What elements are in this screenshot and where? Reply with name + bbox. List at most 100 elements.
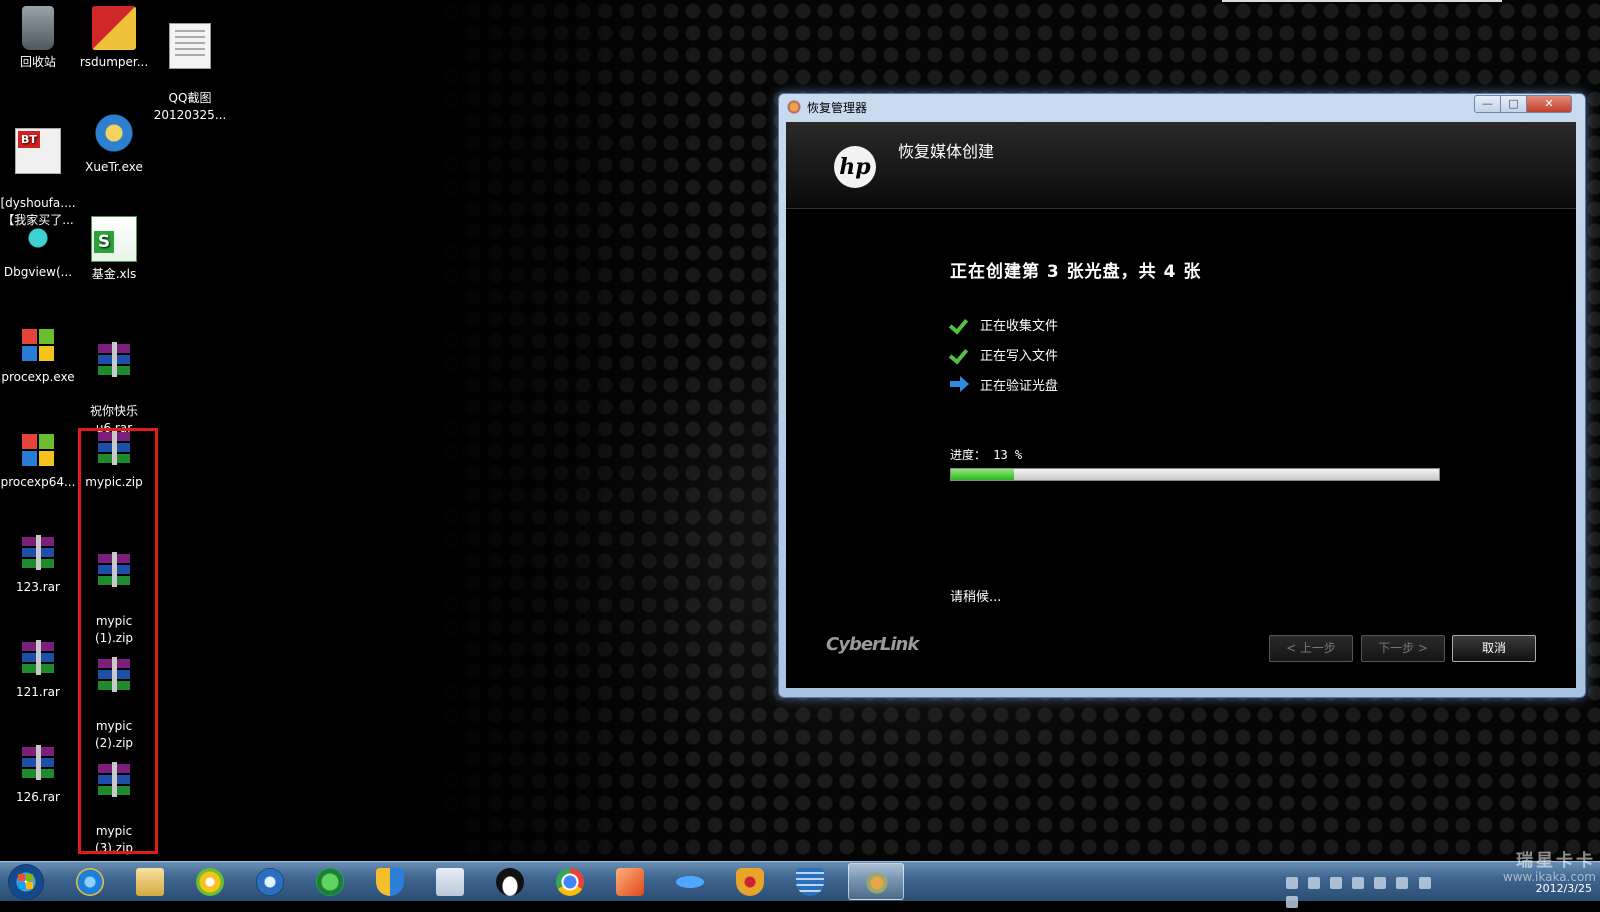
keyboard-icon[interactable]	[1286, 877, 1298, 889]
desktop-icon-rsdumper[interactable]: rsdumper...	[76, 6, 152, 71]
progress-bar-fill	[951, 469, 1015, 480]
media-player-icon	[196, 868, 224, 896]
taskbar-app-shield-gold[interactable]	[722, 863, 778, 900]
taskbar: 2012/3/25	[0, 861, 1600, 908]
desktop-icon-label: 回收站	[19, 55, 56, 69]
desktop-icon-xuetr[interactable]: XueTr.exe	[76, 111, 152, 176]
desktop-icon-qq-screenshot[interactable]: QQ截图 20120325...	[152, 6, 228, 141]
taskbar-security-shield[interactable]	[362, 863, 418, 900]
taskbar-media-center[interactable]	[242, 863, 298, 900]
taskbar-qq[interactable]	[482, 863, 538, 900]
header-title: 恢复媒体创建	[898, 142, 995, 161]
chrome-icon	[556, 868, 584, 896]
top-window-edge	[1222, 0, 1502, 2]
qq-tray-icon[interactable]	[1396, 877, 1409, 889]
rar-archive-icon	[16, 741, 60, 785]
taskbar-chrome[interactable]	[542, 863, 598, 900]
taskbar-internet-explorer[interactable]	[62, 863, 118, 900]
procexp-icon	[16, 426, 60, 470]
cyberlink-logo: CyberLink	[826, 634, 919, 655]
maximize-button[interactable]: □	[1500, 95, 1527, 113]
desktop-icon-121-rar[interactable]: 121.rar	[0, 636, 76, 701]
progress-label: 进度： 13 %	[950, 448, 1023, 462]
monitor-icon[interactable]	[1352, 877, 1365, 889]
window-titlebar[interactable]: 恢复管理器 — □ ✕	[779, 94, 1585, 120]
qq-tray-icon-2[interactable]	[1418, 877, 1431, 889]
desktop-icon-fund-xls[interactable]: 基金.xls	[76, 216, 152, 283]
taskbar-app-globe-blue[interactable]	[782, 863, 838, 900]
dialog-content: hp 恢复媒体创建 正在创建第 3 张光盘，共 4 张 正在收集文件 正在写入文…	[786, 122, 1576, 688]
spreadsheet-icon	[91, 216, 137, 262]
taskbar-app-bird[interactable]	[662, 863, 718, 900]
next-button[interactable]: 下一步 >	[1361, 635, 1445, 662]
gold-shield-icon	[736, 868, 764, 896]
folder-icon	[136, 868, 164, 896]
recovery-manager-window: 恢复管理器 — □ ✕ hp 恢复媒体创建 正在创建第 3 张光盘，共 4 张 …	[778, 93, 1586, 698]
orange-app-icon	[616, 868, 644, 896]
blue-shield-icon	[796, 868, 824, 896]
recovery-manager-icon	[863, 869, 891, 897]
desktop-icon-label: procexp.exe	[1, 370, 75, 384]
security-shield-icon	[376, 868, 404, 896]
recycle-bin-icon	[22, 6, 54, 50]
desktop-icon-dbgview[interactable]: Dbgview(...	[0, 216, 76, 281]
step-label: 正在写入文件	[980, 349, 1059, 364]
desktop-icon-label: rsdumper...	[79, 55, 149, 69]
desktop-icon-label: Dbgview(...	[3, 265, 73, 279]
start-button-icon[interactable]	[8, 864, 44, 900]
system-tray	[1286, 874, 1456, 908]
dbgview-icon	[16, 216, 60, 260]
desktop-icon-label: procexp64...	[0, 475, 76, 489]
watermark: 瑞星卡卡 www.ikaka.com	[1466, 852, 1596, 884]
screenshot-file-icon	[169, 23, 211, 69]
cancel-button[interactable]: 取消	[1452, 635, 1536, 662]
qq-penguin-icon	[496, 868, 524, 896]
dialog-header: hp 恢复媒体创建	[786, 122, 1576, 209]
desktop-icon-procexp[interactable]: procexp.exe	[0, 321, 76, 386]
desktop-icon-126-rar[interactable]: 126.rar	[0, 741, 76, 806]
shield-tray-icon[interactable]	[1374, 877, 1387, 889]
step-label: 正在验证光盘	[980, 379, 1059, 394]
desktop-icon-label: XueTr.exe	[85, 160, 143, 174]
back-button[interactable]: < 上一步	[1269, 635, 1353, 662]
desktop-icon-label: 126.rar	[16, 790, 60, 804]
taskbar-app-orange[interactable]	[602, 863, 658, 900]
desktop-icon-label: 123.rar	[16, 580, 60, 594]
taskbar-file-explorer[interactable]	[122, 863, 178, 900]
arrow-right-icon	[950, 376, 970, 392]
rar-archive-icon	[16, 531, 60, 575]
taskbar-media-player[interactable]	[182, 863, 238, 900]
taskbar-browser-globe[interactable]	[302, 863, 358, 900]
watermark-url: www.ikaka.com	[1502, 870, 1596, 884]
network-icon[interactable]	[1308, 877, 1321, 889]
rar-archive-icon	[92, 338, 136, 382]
desktop-icon-label: 基金.xls	[91, 267, 137, 281]
rar-archive-icon	[16, 636, 60, 680]
calculator-icon	[436, 868, 464, 896]
progress-bar	[950, 468, 1440, 481]
desktop-icon-label: QQ截图 20120325...	[153, 91, 227, 122]
desktop-icon-123-rar[interactable]: 123.rar	[0, 531, 76, 596]
minimize-button[interactable]: —	[1474, 95, 1501, 113]
recovery-manager-icon	[787, 100, 801, 114]
desktop-icon-label: 121.rar	[16, 685, 60, 699]
desktop-icon-recycle-bin[interactable]: 回收站	[0, 6, 76, 71]
wait-message: 请稍候...	[950, 590, 1002, 605]
procexp-icon	[16, 321, 60, 365]
checkmark-icon	[950, 316, 970, 332]
rsdumper-icon	[92, 6, 136, 50]
umbrella-icon[interactable]	[1330, 877, 1343, 889]
window-title: 恢复管理器	[807, 101, 868, 115]
taskbar-calculator[interactable]	[422, 863, 478, 900]
volume-icon[interactable]	[1286, 896, 1298, 908]
desktop-icon-procexp64[interactable]: procexp64...	[0, 426, 76, 491]
close-button[interactable]: ✕	[1526, 95, 1572, 113]
taskbar-recovery-manager[interactable]	[848, 863, 904, 900]
checkmark-icon	[950, 346, 970, 362]
internet-explorer-icon	[76, 868, 104, 896]
media-center-icon	[256, 868, 284, 896]
highlight-box	[78, 428, 158, 854]
bird-icon	[676, 868, 704, 896]
xuetr-icon	[92, 111, 136, 155]
disc-progress-title: 正在创建第 3 张光盘，共 4 张	[950, 262, 1202, 282]
